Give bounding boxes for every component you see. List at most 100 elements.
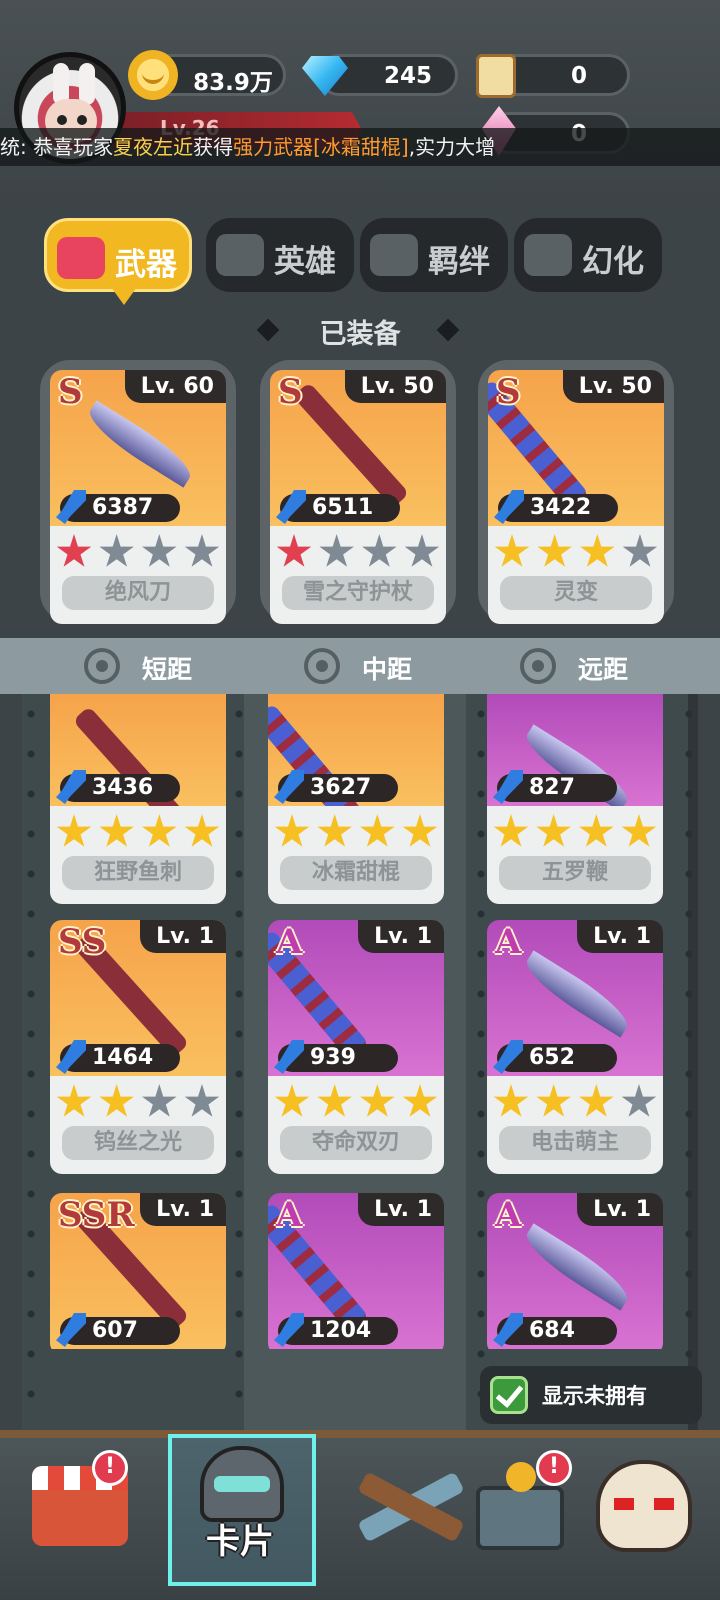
tab-weapons-label: 武器 xyxy=(115,247,177,283)
tab-weapons[interactable]: 武器 xyxy=(44,218,192,292)
mid-range-icon[interactable] xyxy=(304,648,340,684)
weapon-card[interactable]: S Lv. 50 3422 灵变 xyxy=(488,370,664,624)
star-icon xyxy=(402,814,438,847)
nav-treasury[interactable] xyxy=(472,1446,592,1566)
tab-heroes[interactable]: 英雄 xyxy=(206,218,354,292)
show-unowned-toggle[interactable]: 显示未拥有 xyxy=(480,1366,702,1424)
star-icon xyxy=(276,534,312,567)
weapon-level: Lv. 50 xyxy=(562,370,664,403)
range-long-label[interactable]: 远距 xyxy=(578,650,628,686)
short-range-icon[interactable] xyxy=(84,648,120,684)
avatar-eye-left xyxy=(57,115,67,125)
tab-bonds[interactable]: 羁绊 xyxy=(360,218,508,292)
weapon-name: 电击萌主 xyxy=(499,1126,651,1160)
weapon-art: A Lv. 1 684 xyxy=(487,1193,663,1349)
power-pill: 6387 xyxy=(56,490,180,524)
star-icon xyxy=(142,534,177,567)
checkbox-checked-icon[interactable] xyxy=(490,1376,528,1414)
star-icon xyxy=(99,534,134,567)
tab-transform[interactable]: 幻化 xyxy=(514,218,662,292)
star-icon xyxy=(274,1084,310,1117)
rivet-strip xyxy=(684,694,694,1430)
rarity-rank: A xyxy=(495,1195,522,1235)
card-footer: 夺命双刃 xyxy=(268,1076,444,1174)
long-range-icon[interactable] xyxy=(520,648,556,684)
ticker-prefix: 统 xyxy=(0,135,20,159)
hero-tab-icon xyxy=(216,234,264,276)
star-icon xyxy=(362,534,397,567)
weapon-card[interactable]: A Lv. 1 1204 xyxy=(268,1193,444,1355)
card-footer: 电击萌主 xyxy=(487,1076,663,1174)
star-rating xyxy=(274,814,438,850)
star-icon xyxy=(493,1084,529,1117)
star-rating xyxy=(56,814,220,850)
power-value: 684 xyxy=(529,1318,575,1343)
rarity-rank: A xyxy=(276,1195,303,1235)
star-icon xyxy=(360,814,395,847)
card-footer: 灵变 xyxy=(488,526,664,624)
weapon-card[interactable]: 3436 狂野鱼刺 xyxy=(50,694,226,904)
weapon-card[interactable]: S Lv. 50 6511 雪之守护杖 xyxy=(270,370,446,624)
nav-boss[interactable] xyxy=(588,1446,708,1566)
power-pill: 6511 xyxy=(276,490,400,524)
star-icon xyxy=(493,814,529,847)
star-icon xyxy=(56,814,92,847)
power-pill: 1464 xyxy=(56,1040,180,1074)
power-value: 1204 xyxy=(310,1318,372,1343)
helmet-visor-icon xyxy=(214,1476,270,1492)
card-footer: 雪之守护杖 xyxy=(270,526,446,624)
rarity-rank: S xyxy=(278,372,303,412)
rarity-rank: A xyxy=(495,922,522,962)
treasury-alert-badge: ! xyxy=(536,1450,572,1486)
weapon-image-icon xyxy=(518,950,636,1038)
sword-icon xyxy=(274,770,304,804)
weapon-level: Lv. 50 xyxy=(344,370,446,403)
weapon-level: Lv. 1 xyxy=(358,920,444,953)
star-rating xyxy=(494,534,658,570)
star-icon xyxy=(579,814,614,847)
weapon-name: 钨丝之光 xyxy=(62,1126,214,1160)
ticker-category: 强力武器 xyxy=(233,135,314,159)
rivet-strip xyxy=(234,694,244,1430)
star-rating xyxy=(274,1084,438,1120)
gold-coin-icon xyxy=(128,50,178,100)
star-icon xyxy=(536,814,571,847)
range-mid-label[interactable]: 中距 xyxy=(362,650,412,686)
weapon-name: 夺命双刃 xyxy=(280,1126,432,1160)
skull-icon xyxy=(596,1460,692,1552)
weapon-art: 3436 xyxy=(50,694,226,833)
equipped-title: 已装备 xyxy=(319,319,401,350)
coin-stack-icon xyxy=(506,1462,536,1492)
sword-icon xyxy=(56,1313,86,1347)
star-icon xyxy=(621,1084,657,1117)
power-pill: 3436 xyxy=(56,770,180,804)
weapon-card[interactable]: 3627 冰霜甜棍 xyxy=(268,694,444,904)
sword-icon xyxy=(493,1040,523,1074)
sword-icon xyxy=(493,770,523,804)
star-icon xyxy=(404,534,440,567)
star-icon xyxy=(142,814,177,847)
weapon-art: 827 xyxy=(487,694,663,812)
weapon-card[interactable]: S Lv. 60 6387 绝风刀 xyxy=(50,370,226,624)
star-icon xyxy=(536,1084,571,1117)
tab-transform-label: 幻化 xyxy=(582,244,644,280)
weapon-card[interactable]: A Lv. 1 684 xyxy=(487,1193,663,1355)
power-pill: 3422 xyxy=(494,490,618,524)
weapon-card[interactable]: A Lv. 1 939 夺命双刃 xyxy=(268,920,444,1174)
weapon-card[interactable]: SS Lv. 1 1464 钨丝之光 xyxy=(50,920,226,1174)
weapon-tab-icon xyxy=(57,237,105,279)
weapon-card[interactable]: 827 五罗鞭 xyxy=(487,694,663,904)
scroll-icon xyxy=(476,54,516,98)
star-icon xyxy=(99,1084,134,1117)
rarity-rank: S xyxy=(496,372,521,412)
nav-battle[interactable] xyxy=(350,1446,470,1566)
ticker-text-3: ,实力大增 xyxy=(408,135,496,159)
gold-value: 83.9万 xyxy=(193,70,273,96)
star-icon xyxy=(142,1084,177,1117)
skull-eye-right xyxy=(654,1498,674,1510)
power-value: 3436 xyxy=(92,775,154,800)
power-pill: 684 xyxy=(493,1313,617,1347)
range-short-label[interactable]: 短距 xyxy=(142,650,192,686)
weapon-card[interactable]: A Lv. 1 652 电击萌主 xyxy=(487,920,663,1174)
weapon-card[interactable]: SSR Lv. 1 607 xyxy=(50,1193,226,1355)
